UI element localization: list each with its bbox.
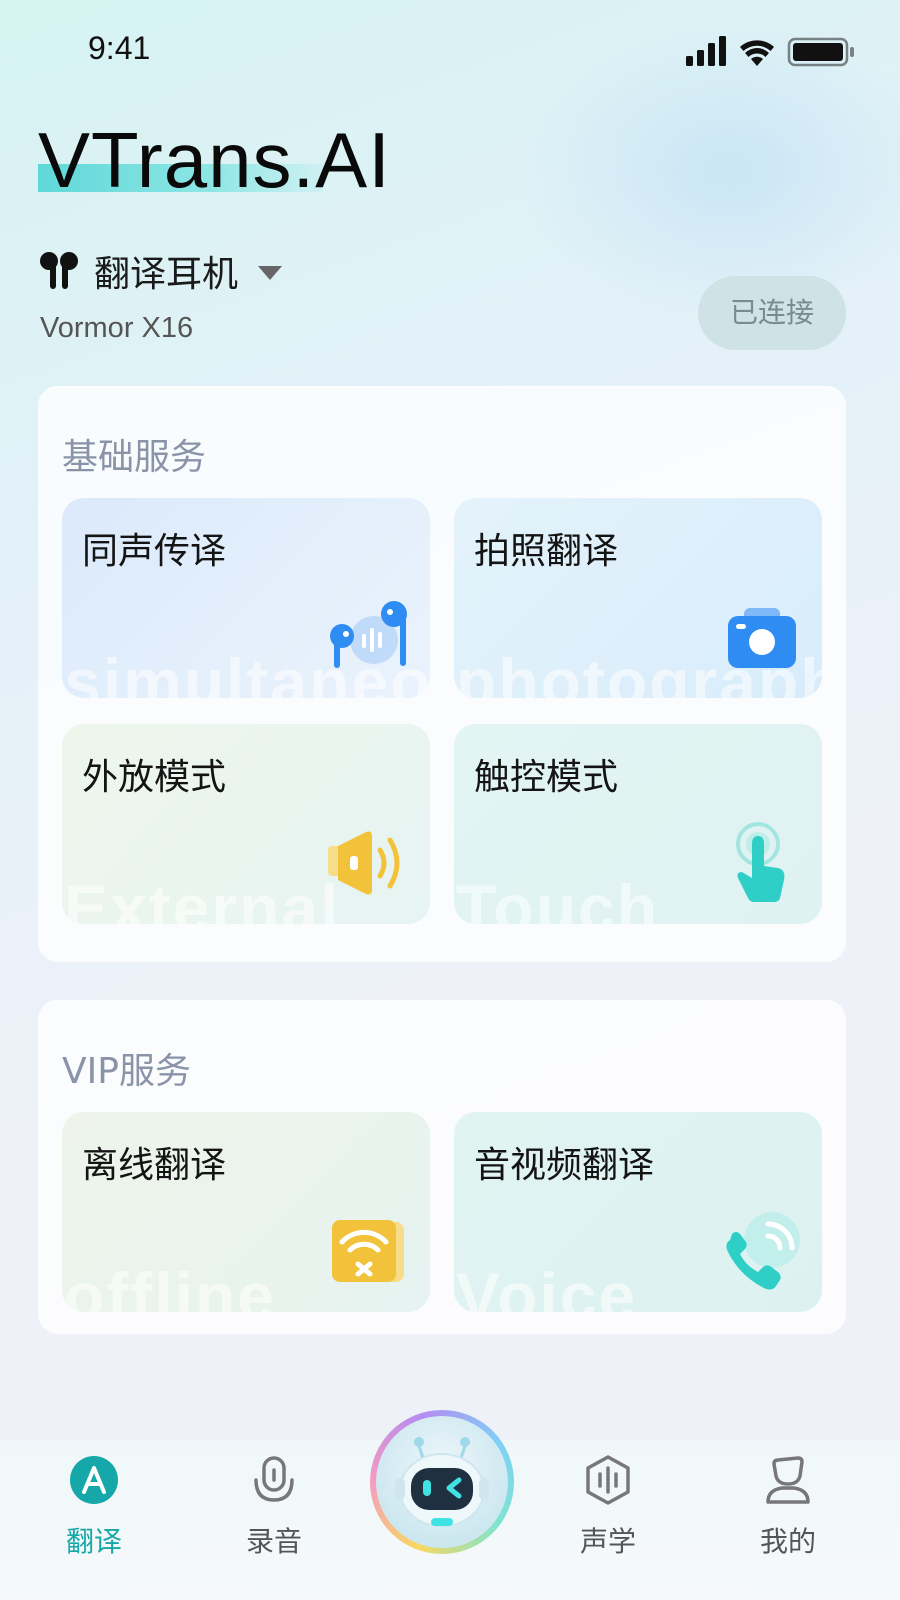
phone-call-icon	[726, 1212, 800, 1290]
vip-services-title: VIP服务	[62, 1051, 191, 1092]
device-name: 翻译耳机	[94, 254, 239, 295]
tab-mine[interactable]: 我的	[728, 1454, 848, 1574]
card-label: 触控模式	[474, 757, 619, 798]
touch-mode-card[interactable]: Touch 触控模式	[454, 724, 822, 924]
speaker-icon	[328, 831, 400, 895]
app-title-wrap: VTrans.AI	[38, 112, 391, 208]
avatar-inner	[376, 1416, 508, 1548]
external-mode-card[interactable]: External 外放模式	[62, 724, 430, 924]
audio-video-translation-card[interactable]: Voice 音视频翻译	[454, 1112, 822, 1312]
translate-icon	[70, 1456, 118, 1504]
tab-label: 录音	[245, 1525, 302, 1558]
app-title: VTrans.AI	[38, 116, 391, 204]
connection-status-button[interactable]: 已连接	[698, 276, 846, 350]
offline-translation-card[interactable]: offline 离线翻译	[62, 1112, 430, 1312]
simultaneous-interpretation-card[interactable]: simultaneous 同声传译	[62, 498, 430, 698]
wifi-off-icon	[332, 1220, 404, 1282]
touch-icon	[736, 822, 785, 902]
card-watermark: External	[64, 871, 341, 924]
card-label: 音视频翻译	[474, 1145, 655, 1186]
earbuds-sound-icon	[330, 601, 407, 668]
device-selector[interactable]: 翻译耳机	[40, 248, 283, 295]
tab-record[interactable]: 录音	[214, 1454, 334, 1574]
microphone-icon	[254, 1456, 294, 1502]
status-time: 9:41	[88, 30, 151, 66]
device-model: Vormor X16	[40, 312, 194, 344]
tab-acoustic[interactable]: 声学	[548, 1454, 668, 1574]
basic-services-panel: 基础服务 simultaneous 同声传译 photograph 拍照翻译 E…	[38, 386, 846, 962]
card-watermark: offline	[64, 1259, 276, 1312]
robot-assistant-icon	[395, 1437, 489, 1527]
card-label: 同声传译	[82, 531, 227, 572]
card-label: 拍照翻译	[474, 531, 619, 572]
tab-label: 声学	[579, 1525, 636, 1558]
status-icons	[686, 36, 854, 67]
photo-translation-card[interactable]: photograph 拍照翻译	[454, 498, 822, 698]
card-label: 离线翻译	[82, 1145, 227, 1186]
tab-label: 我的	[759, 1525, 816, 1558]
card-watermark: Touch	[456, 871, 660, 924]
card-watermark: Voice	[456, 1259, 638, 1312]
camera-icon	[728, 608, 796, 668]
tab-translate[interactable]: 翻译	[34, 1454, 154, 1574]
earbuds-icon	[40, 252, 78, 289]
acoustic-icon	[586, 1455, 630, 1505]
tab-label: 翻译	[65, 1525, 122, 1558]
card-label: 外放模式	[82, 757, 227, 798]
status-bar: 9:41	[0, 0, 900, 100]
caret-down-icon	[258, 266, 283, 280]
signal-icon	[686, 36, 726, 66]
profile-icon	[766, 1456, 810, 1504]
vip-services-panel: VIP服务 offline 离线翻译 Voice 音视频翻译	[38, 1000, 846, 1334]
basic-services-title: 基础服务	[62, 437, 207, 478]
wifi-icon	[740, 40, 774, 66]
ai-assistant-button[interactable]	[370, 1410, 514, 1554]
battery-icon	[787, 37, 854, 67]
